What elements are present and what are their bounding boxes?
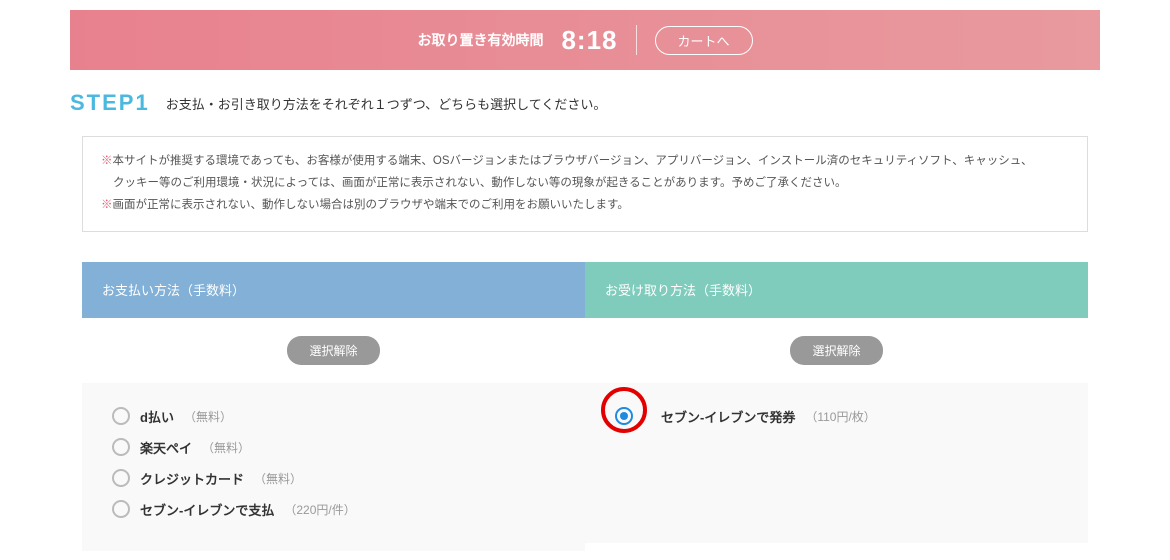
pickup-option-seveneleven[interactable]: セブン-イレブンで発券 （110円/枚）: [615, 401, 1058, 432]
option-label: クレジットカード: [140, 469, 244, 488]
option-fee: （無料）: [184, 408, 232, 425]
pickup-clear-button[interactable]: 選択解除: [790, 336, 882, 365]
payment-column: お支払い方法（手数料） 選択解除 d払い （無料） 楽天ペイ （無料） クレジッ…: [82, 262, 585, 551]
banner-label: お取り置き有効時間: [417, 30, 543, 50]
pickup-clear-row: 選択解除: [585, 318, 1088, 383]
payment-option-dbarai[interactable]: d払い （無料）: [112, 401, 555, 432]
option-label: セブン-イレブンで支払: [140, 500, 274, 519]
payment-option-rakutenpay[interactable]: 楽天ペイ （無料）: [112, 432, 555, 463]
notice-line-1: ※本サイトが推奨する環境であっても、お客様が使用する端末、OSバージョンまたはブ…: [101, 151, 1069, 173]
method-columns: お支払い方法（手数料） 選択解除 d払い （無料） 楽天ペイ （無料） クレジッ…: [82, 262, 1088, 551]
notice-box: ※本サイトが推奨する環境であっても、お客様が使用する端末、OSバージョンまたはブ…: [82, 136, 1088, 232]
pickup-options: セブン-イレブンで発券 （110円/枚）: [585, 383, 1088, 543]
notice-mark-icon: ※: [101, 155, 113, 167]
pickup-header: お受け取り方法（手数料）: [585, 262, 1088, 318]
payment-options: d払い （無料） 楽天ペイ （無料） クレジットカード （無料） セブン-イレブ…: [82, 383, 585, 551]
radio-icon[interactable]: [112, 500, 130, 518]
notice-line-2: ※画面が正常に表示されない、動作しない場合は別のブラウザや端末でのご利用をお願い…: [101, 195, 1069, 217]
notice-line-1b: クッキー等のご利用環境・状況によっては、画面が正常に表示されない、動作しない等の…: [101, 173, 1069, 195]
banner-time: 8:18: [561, 25, 617, 56]
notice-text-1a: 本サイトが推奨する環境であっても、お客様が使用する端末、OSバージョンまたはブラ…: [113, 155, 1033, 167]
banner-divider: [636, 25, 637, 55]
radio-icon[interactable]: [112, 407, 130, 425]
payment-option-creditcard[interactable]: クレジットカード （無料）: [112, 463, 555, 494]
step-label: STEP1: [70, 90, 150, 116]
option-label: 楽天ペイ: [140, 438, 192, 457]
payment-option-seveneleven[interactable]: セブン-イレブンで支払 （220円/件）: [112, 494, 555, 525]
payment-clear-row: 選択解除: [82, 318, 585, 383]
radio-icon[interactable]: [112, 469, 130, 487]
option-label: d払い: [140, 407, 174, 426]
radio-icon[interactable]: [615, 407, 633, 425]
step-header: STEP1 お支払・お引き取り方法をそれぞれ１つずつ、どちらも選択してください。: [70, 90, 1100, 116]
cart-button[interactable]: カートへ: [655, 26, 753, 55]
option-fee: （無料）: [254, 470, 302, 487]
option-label: セブン-イレブンで発券: [661, 407, 795, 426]
option-fee: （無料）: [202, 439, 250, 456]
radio-icon[interactable]: [112, 438, 130, 456]
payment-clear-button[interactable]: 選択解除: [287, 336, 379, 365]
option-fee: （110円/枚）: [805, 408, 875, 425]
reservation-banner: お取り置き有効時間 8:18 カートへ: [70, 10, 1100, 70]
step-description: お支払・お引き取り方法をそれぞれ１つずつ、どちらも選択してください。: [166, 94, 607, 113]
payment-header: お支払い方法（手数料）: [82, 262, 585, 318]
option-fee: （220円/件）: [284, 501, 355, 518]
notice-text-2: 画面が正常に表示されない、動作しない場合は別のブラウザや端末でのご利用をお願いい…: [113, 199, 629, 211]
pickup-column: お受け取り方法（手数料） 選択解除 セブン-イレブンで発券 （110円/枚）: [585, 262, 1088, 551]
notice-mark-icon: ※: [101, 199, 113, 211]
radio-selected-icon: [620, 412, 628, 420]
